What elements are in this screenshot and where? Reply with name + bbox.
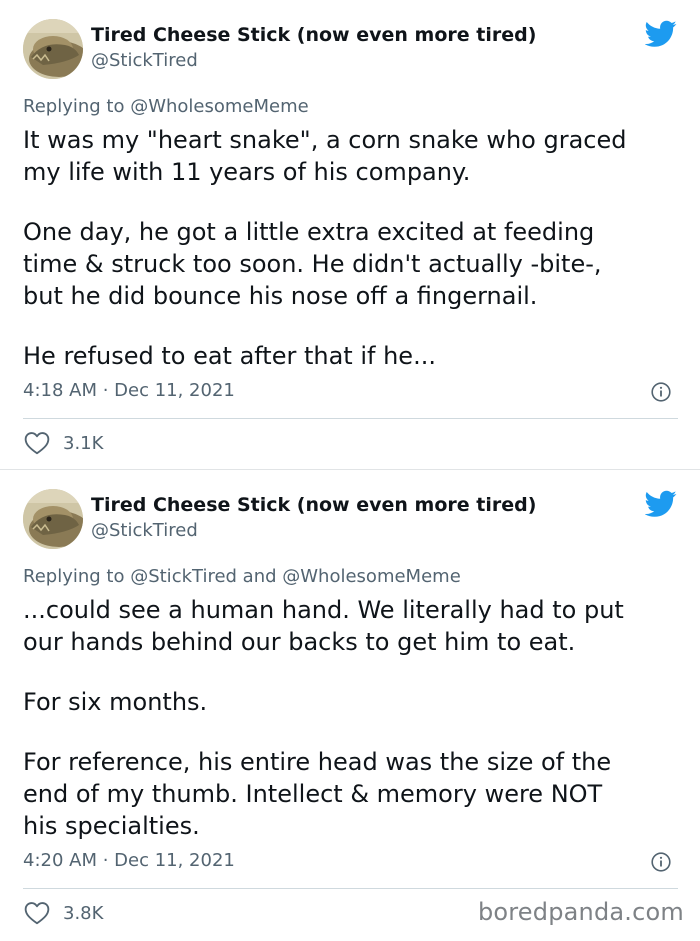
tweet-text: It was my "heart snake", a corn snake wh… [23, 124, 683, 372]
author-name[interactable]: Tired Cheese Stick (now even more tired) [91, 24, 536, 46]
tweet-paragraph: One day, he got a little extra excited a… [23, 218, 602, 310]
twitter-bird-icon[interactable] [645, 490, 677, 518]
tweet-card[interactable]: Tired Cheese Stick (now even more tired)… [0, 0, 700, 470]
author-handle[interactable]: @StickTired [91, 50, 198, 71]
author-name[interactable]: Tired Cheese Stick (now even more tired) [91, 494, 536, 516]
replying-to: Replying to @WholesomeMeme [23, 96, 309, 117]
tweet-timestamp[interactable]: 4:20 AM · Dec 11, 2021 [23, 850, 235, 871]
replying-to-mentions[interactable]: @StickTired and @WholesomeMeme [130, 566, 461, 587]
watermark: boredpanda.com [477, 898, 684, 926]
heart-icon[interactable] [24, 901, 50, 925]
twitter-bird-icon[interactable] [645, 20, 677, 48]
replying-to-prefix: Replying to [23, 96, 131, 117]
like-count: 3.1K [63, 432, 104, 454]
like-count: 3.8K [63, 902, 104, 924]
tweet-card[interactable]: Tired Cheese Stick (now even more tired)… [0, 470, 700, 941]
bearded-dragon-avatar [23, 19, 83, 79]
tweet-paragraph: For six months. [23, 688, 208, 716]
avatar[interactable] [23, 19, 83, 79]
info-icon[interactable] [651, 852, 671, 872]
tweet-paragraph: It was my "heart snake", a corn snake wh… [23, 126, 627, 186]
heart-icon[interactable] [24, 431, 50, 455]
tweet-timestamp[interactable]: 4:18 AM · Dec 11, 2021 [23, 380, 235, 401]
info-icon[interactable] [651, 382, 671, 402]
replying-to-mentions[interactable]: @WholesomeMeme [130, 96, 309, 117]
replying-to-prefix: Replying to [23, 566, 131, 587]
divider [23, 888, 678, 889]
replying-to: Replying to @StickTired and @WholesomeMe… [23, 566, 461, 587]
avatar[interactable] [23, 489, 83, 549]
tweet-text: ...could see a human hand. We literally … [23, 594, 683, 842]
tweet-paragraph: ...could see a human hand. We literally … [23, 596, 624, 656]
like-button[interactable]: 3.8K [24, 901, 103, 925]
divider [23, 418, 678, 419]
bearded-dragon-avatar [23, 489, 83, 549]
author-handle[interactable]: @StickTired [91, 520, 198, 541]
tweet-paragraph: He refused to eat after that if he... [23, 342, 436, 370]
like-button[interactable]: 3.1K [24, 431, 103, 455]
tweet-paragraph: For reference, his entire head was the s… [23, 748, 612, 840]
